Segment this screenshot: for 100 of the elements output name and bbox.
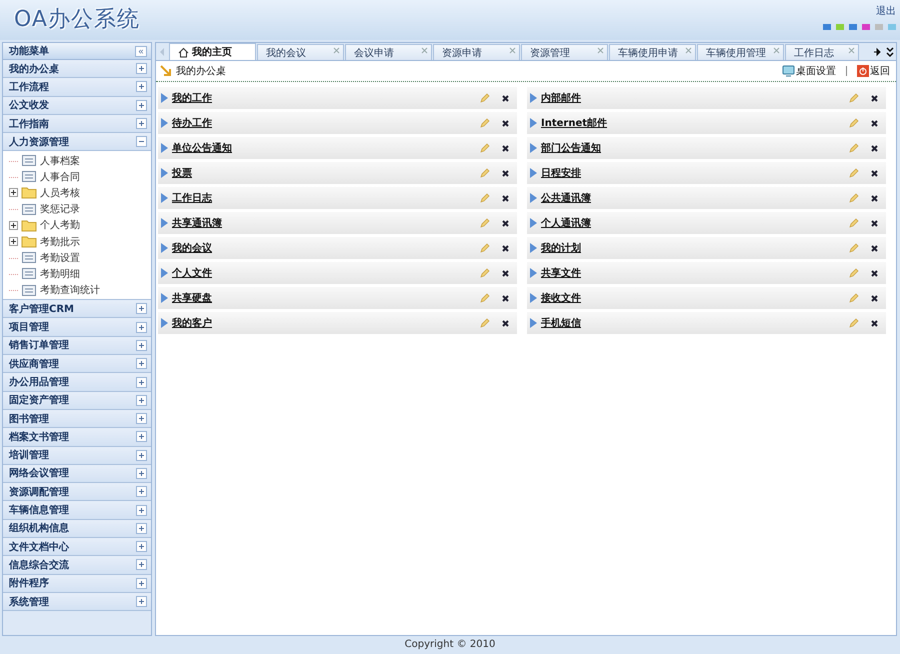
plus-icon[interactable] — [136, 100, 147, 111]
plus-icon[interactable] — [136, 358, 147, 370]
portlet-title[interactable]: 内部邮件 — [541, 91, 581, 105]
pencil-icon[interactable] — [479, 118, 490, 128]
triangle-icon[interactable] — [530, 268, 537, 278]
close-icon[interactable] — [501, 318, 510, 328]
triangle-icon[interactable] — [530, 168, 537, 178]
close-icon[interactable] — [501, 144, 510, 152]
menu-group[interactable]: 系统管理 — [3, 592, 151, 612]
triangle-icon[interactable] — [161, 243, 168, 253]
pencil-icon[interactable] — [848, 192, 859, 204]
tab[interactable]: 我的主页 — [169, 43, 256, 60]
close-icon[interactable] — [870, 144, 879, 152]
triangle-icon[interactable] — [161, 193, 168, 203]
plus-icon[interactable] — [9, 220, 18, 230]
triangle-icon[interactable] — [530, 218, 537, 228]
close-icon[interactable] — [870, 318, 879, 328]
plus-icon[interactable] — [136, 118, 147, 130]
tab[interactable]: 工作日志 — [785, 44, 859, 60]
triangle-icon[interactable] — [161, 143, 168, 153]
close-icon[interactable] — [870, 294, 879, 302]
tree-item[interactable]: 奖惩记录 — [9, 201, 151, 218]
pencil-icon[interactable] — [848, 118, 859, 128]
plus-icon[interactable] — [136, 376, 147, 388]
theme-swatch[interactable] — [888, 24, 896, 30]
menu-group[interactable]: 固定资产管理 — [3, 392, 151, 410]
close-icon[interactable] — [501, 118, 510, 128]
theme-swatch[interactable] — [862, 24, 870, 30]
pencil-icon[interactable] — [479, 168, 490, 178]
tab[interactable]: 资源管理 — [521, 44, 608, 60]
logout-link[interactable]: 退出 — [876, 4, 896, 18]
triangle-icon[interactable] — [530, 193, 537, 203]
triangle-icon[interactable] — [530, 293, 537, 303]
menu-group[interactable]: 项目管理 — [3, 318, 151, 337]
menu-group[interactable]: 供应商管理 — [3, 355, 151, 374]
close-icon[interactable] — [501, 168, 510, 178]
triangle-icon[interactable] — [530, 243, 537, 253]
tab[interactable]: 资源申请 — [433, 44, 520, 60]
tree-item[interactable]: 考勤明细 — [9, 266, 151, 282]
close-icon[interactable] — [501, 194, 510, 202]
menu-group[interactable]: 培训管理 — [3, 446, 151, 465]
triangle-icon[interactable] — [161, 218, 168, 228]
pencil-icon[interactable] — [479, 292, 490, 304]
pencil-icon[interactable] — [479, 242, 490, 254]
menu-group[interactable]: 客户管理CRM — [3, 300, 151, 318]
pencil-icon[interactable] — [848, 218, 859, 228]
triangle-icon[interactable] — [530, 143, 537, 153]
portlet-title[interactable]: 我的工作 — [172, 91, 212, 105]
plus-icon[interactable] — [136, 578, 147, 589]
tab[interactable]: 车辆使用申请 — [609, 44, 696, 60]
menu-group[interactable]: 公文收发 — [3, 96, 151, 115]
menu-group[interactable]: 我的办公桌 — [3, 60, 151, 78]
portlet-title[interactable]: 个人文件 — [172, 266, 212, 280]
pencil-icon[interactable] — [479, 218, 490, 228]
pencil-icon[interactable] — [848, 268, 859, 278]
menu-group[interactable]: 网络会议管理 — [3, 464, 151, 484]
tab[interactable]: 车辆使用管理 — [697, 44, 784, 60]
plus-icon[interactable] — [136, 431, 147, 442]
portlet-title[interactable]: 共享文件 — [541, 266, 581, 280]
close-icon[interactable] — [870, 94, 879, 102]
close-icon[interactable] — [870, 244, 879, 252]
plus-icon[interactable] — [136, 322, 147, 333]
plus-icon[interactable] — [9, 237, 18, 246]
pencil-icon[interactable] — [479, 142, 490, 154]
triangle-icon[interactable] — [161, 318, 168, 328]
menu-group[interactable]: 附件程序 — [3, 574, 151, 593]
close-icon[interactable] — [870, 268, 879, 278]
plus-icon[interactable] — [136, 303, 147, 314]
menu-group[interactable]: 工作指南 — [3, 114, 151, 134]
pencil-icon[interactable] — [848, 142, 859, 154]
tree-item[interactable]: 考勤设置 — [9, 250, 151, 266]
menu-group[interactable]: 资源调配管理 — [3, 483, 151, 502]
plus-icon[interactable] — [136, 450, 147, 461]
portlet-title[interactable]: 日程安排 — [541, 166, 581, 180]
close-icon[interactable] — [870, 168, 879, 178]
plus-icon[interactable] — [136, 394, 147, 406]
theme-swatch[interactable] — [875, 24, 883, 30]
portlet-title[interactable]: 单位公告通知 — [172, 141, 232, 155]
menu-group[interactable]: 人力资源管理 — [3, 133, 151, 152]
tree-item[interactable]: 人事合同 — [9, 168, 151, 185]
tree-item[interactable]: 人事档案 — [9, 152, 151, 169]
theme-swatch[interactable] — [849, 24, 857, 30]
menu-group[interactable]: 车辆信息管理 — [3, 501, 151, 520]
tree-item[interactable]: 考勤批示 — [9, 233, 151, 250]
pencil-icon[interactable] — [479, 92, 490, 104]
minus-icon[interactable] — [136, 136, 147, 148]
menu-group[interactable]: 图书管理 — [3, 410, 151, 428]
tree-item[interactable]: 考勤查询统计 — [9, 282, 151, 298]
pencil-icon[interactable] — [479, 268, 490, 278]
tab[interactable]: 我的会议 — [257, 44, 344, 60]
portlet-title[interactable]: 共享硬盘 — [172, 291, 212, 305]
portlet-title[interactable]: 工作日志 — [172, 191, 212, 205]
tree-item[interactable]: 人员考核 — [9, 184, 151, 202]
pencil-icon[interactable] — [479, 318, 490, 328]
triangle-icon[interactable] — [161, 293, 168, 303]
theme-swatch[interactable] — [823, 24, 831, 30]
plus-icon[interactable] — [136, 522, 147, 534]
portlet-title[interactable]: 共享通讯簿 — [172, 216, 222, 230]
portlet-title[interactable]: Internet邮件 — [541, 116, 608, 130]
close-icon[interactable] — [870, 118, 879, 128]
